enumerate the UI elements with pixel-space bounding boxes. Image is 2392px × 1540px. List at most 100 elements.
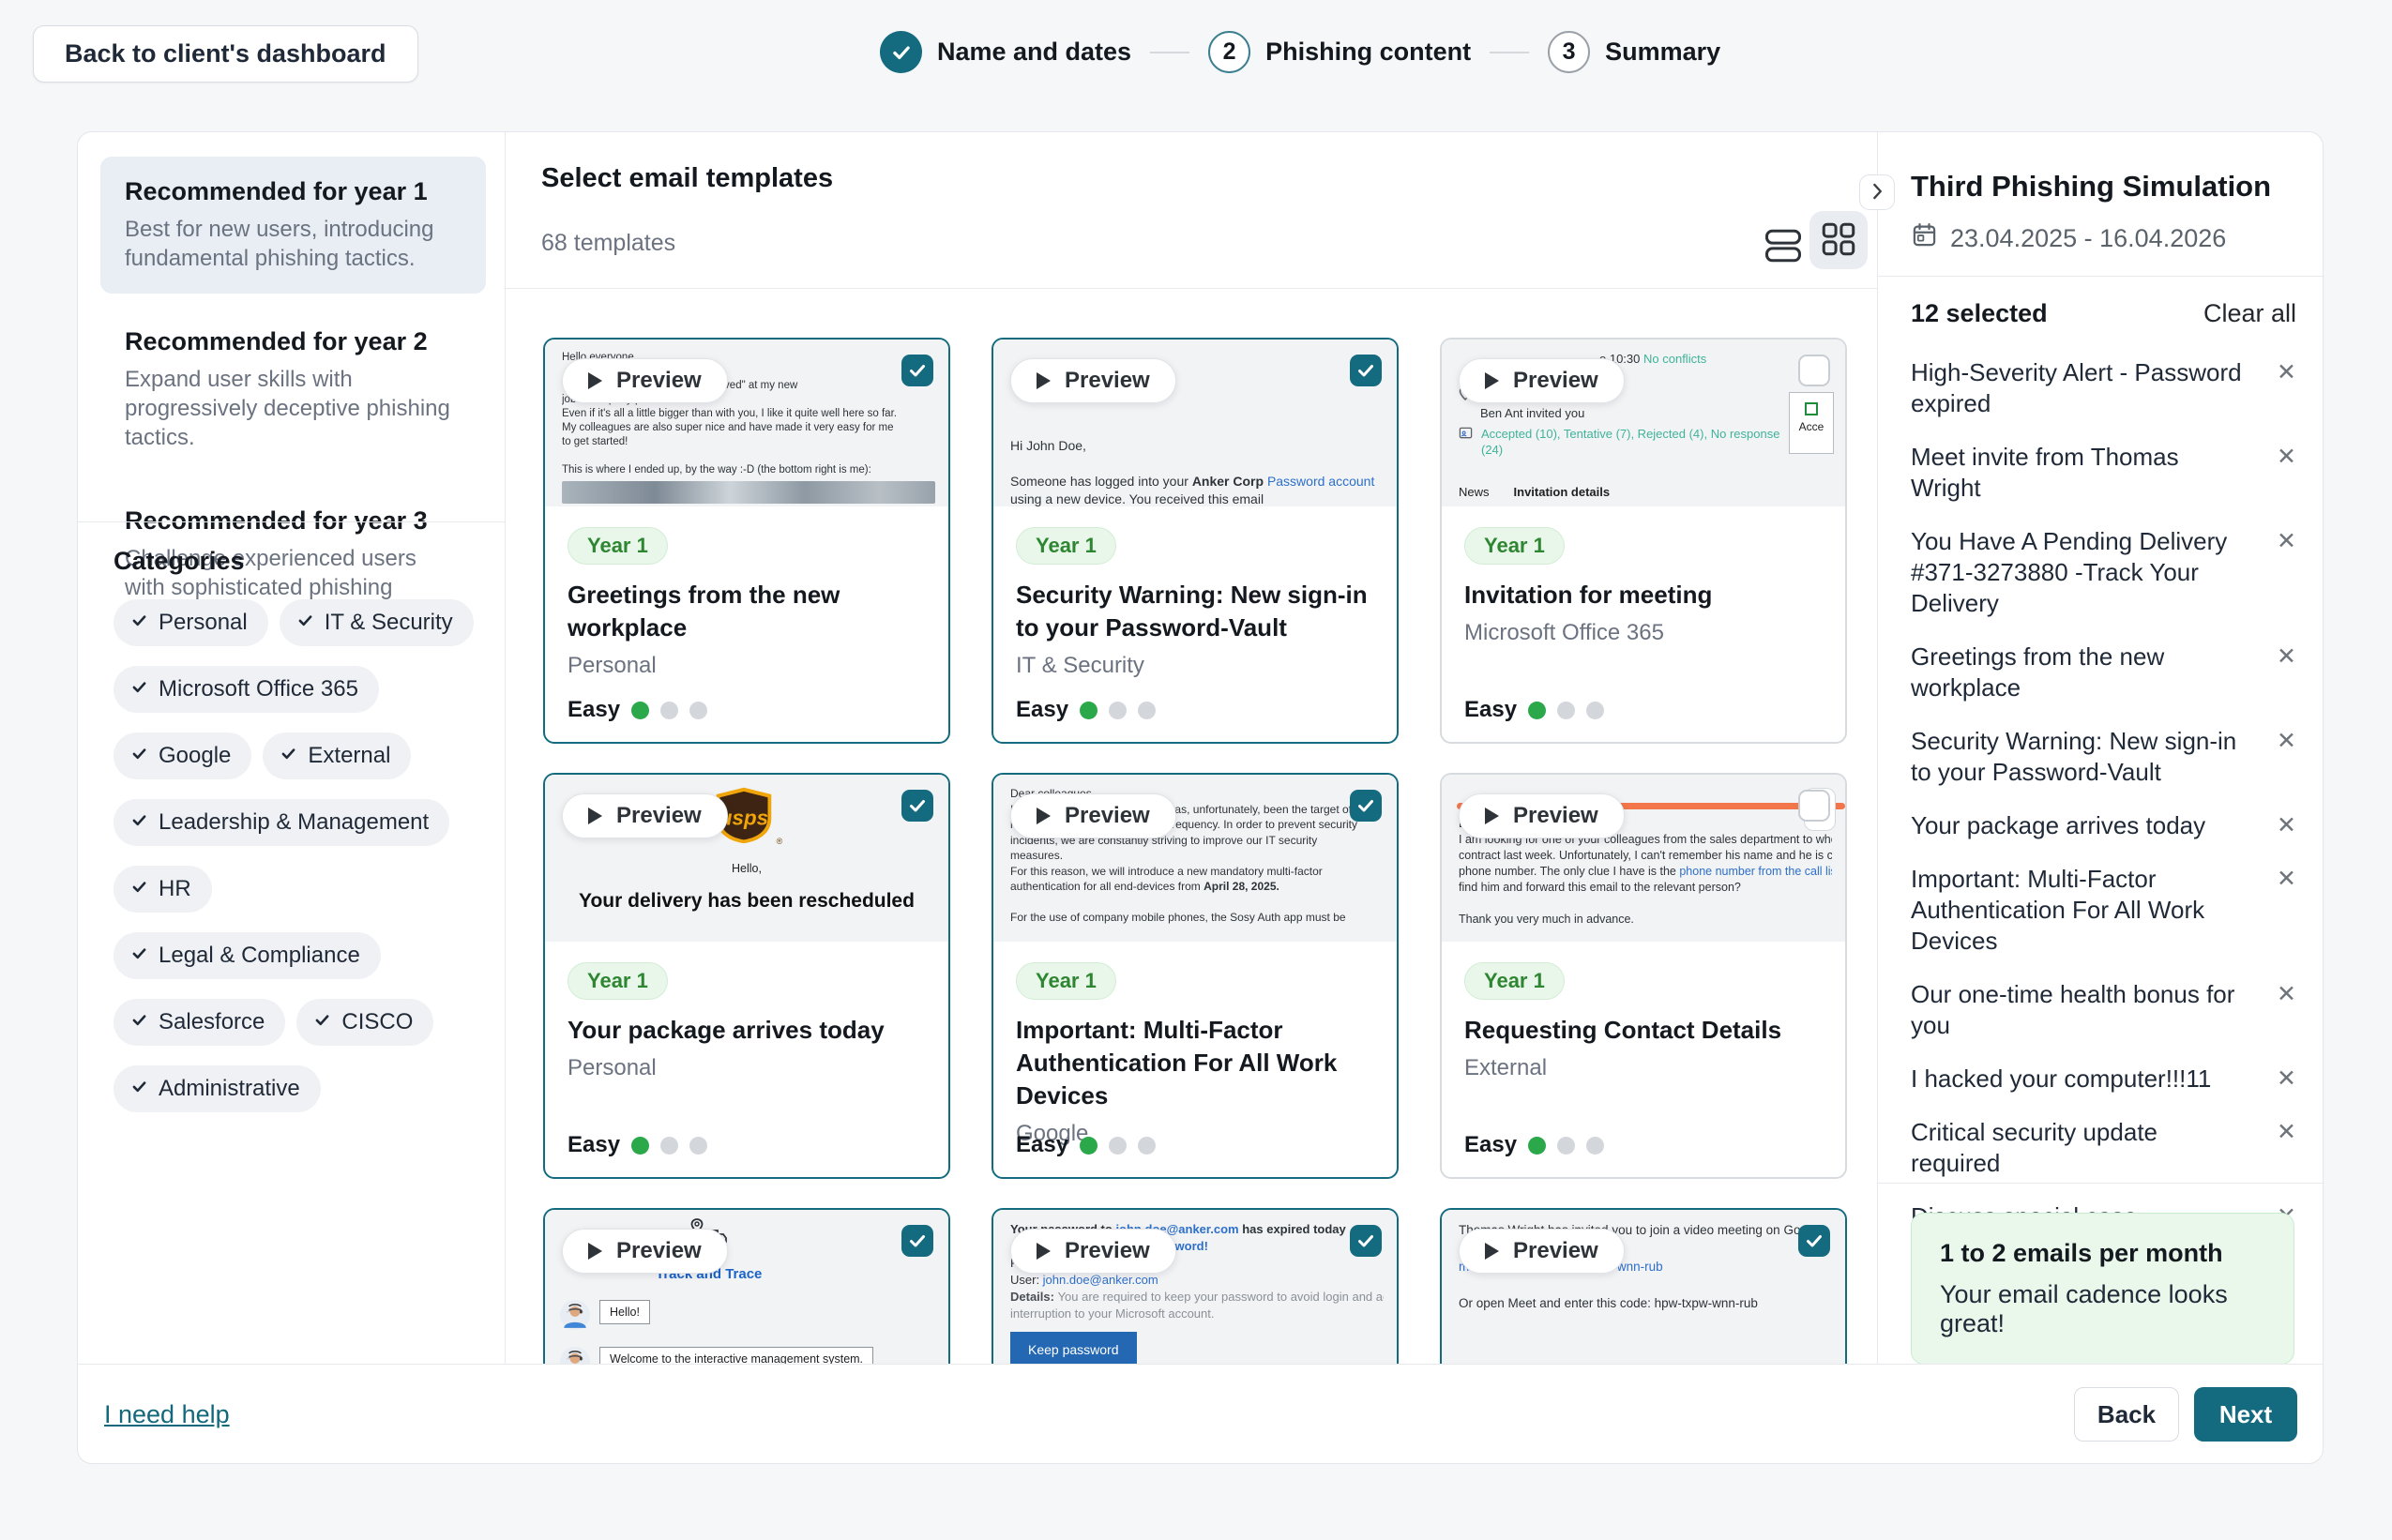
remove-item-button[interactable]: ✕ xyxy=(2277,1117,2296,1148)
category-chip-label: Administrative xyxy=(159,1076,300,1102)
check-icon xyxy=(130,1009,148,1035)
panel-divider xyxy=(1878,276,2324,277)
category-chip-label: Leadership & Management xyxy=(159,809,429,836)
tab-news[interactable]: News xyxy=(1459,485,1490,499)
template-checkbox[interactable] xyxy=(1798,1225,1830,1257)
meeting-time-row: o 10:30 No conflicts xyxy=(1599,351,1832,367)
calendar-icon xyxy=(1911,221,1938,255)
category-chip-label: HR xyxy=(159,876,191,902)
category-chip-cisco[interactable]: CISCO xyxy=(296,999,433,1046)
registered-mark: ® xyxy=(777,837,783,846)
difficulty-dot xyxy=(660,702,678,719)
remove-item-button[interactable]: ✕ xyxy=(2277,864,2296,895)
remove-item-button[interactable]: ✕ xyxy=(2277,726,2296,757)
recommendation-recommended-for-year-1[interactable]: Recommended for year 1Best for new users… xyxy=(100,157,486,294)
list-view-button[interactable] xyxy=(1761,224,1806,269)
collapse-panel-button[interactable] xyxy=(1859,174,1895,210)
preview-button[interactable]: Preview xyxy=(1010,358,1176,403)
check-icon xyxy=(130,676,148,702)
grid-view-button[interactable] xyxy=(1809,211,1868,269)
remove-item-button[interactable]: ✕ xyxy=(2277,526,2296,557)
difficulty-dot xyxy=(1586,702,1604,719)
step-phishing-content[interactable]: 2Phishing content xyxy=(1208,31,1471,73)
main-card: Recommended for year 1Best for new users… xyxy=(77,131,2324,1464)
template-checkbox[interactable] xyxy=(1350,1225,1382,1257)
template-checkbox[interactable] xyxy=(1350,355,1382,386)
difficulty-label: Easy xyxy=(1464,1132,1517,1158)
selected-count: 12 selected xyxy=(1911,299,2048,328)
preview-button[interactable]: Preview xyxy=(562,358,728,403)
usps-headline: Your delivery has been rescheduled xyxy=(545,890,948,913)
difficulty-dot xyxy=(1557,1137,1575,1155)
template-checkbox[interactable] xyxy=(1798,790,1830,822)
template-checkbox[interactable] xyxy=(901,790,933,822)
step-summary[interactable]: 3Summary xyxy=(1548,31,1720,73)
category-chip-administrative[interactable]: Administrative xyxy=(114,1065,321,1112)
template-card-greetings-from-the-new-workplace[interactable]: Hello everyone, Wanted to get in touch o… xyxy=(543,338,950,744)
category-chip-microsoft-office-365[interactable]: Microsoft Office 365 xyxy=(114,666,379,713)
template-card-your-package-arrives-today[interactable]: usps® Hello, Your delivery has been resc… xyxy=(543,773,950,1179)
category-chip-it-security[interactable]: IT & Security xyxy=(280,599,474,646)
step-name-and-dates[interactable]: Name and dates xyxy=(880,31,1131,73)
check-icon xyxy=(130,876,148,902)
tab-invitation-details[interactable]: Invitation details xyxy=(1514,485,1611,499)
template-card-requesting-contact-details[interactable]: Dear Sir or Madam,I am looking for one o… xyxy=(1440,773,1847,1179)
category-chip-google[interactable]: Google xyxy=(114,732,251,779)
preview-button[interactable]: Preview xyxy=(1459,1229,1625,1274)
category-chip-personal[interactable]: Personal xyxy=(114,599,268,646)
template-checkbox[interactable] xyxy=(901,1225,933,1257)
preview-button[interactable]: Preview xyxy=(562,1229,728,1274)
selected-item: Meet invite from Thomas Wright✕ xyxy=(1911,442,2300,504)
difficulty-row: Easy xyxy=(568,1132,707,1158)
preview-button[interactable]: Preview xyxy=(562,793,728,838)
section-title: Select email templates xyxy=(541,163,833,194)
selected-item-label: Security Warning: New sign-in to your Pa… xyxy=(1911,727,2236,786)
next-button[interactable]: Next xyxy=(2194,1387,2297,1442)
play-icon xyxy=(1485,372,1499,389)
remove-item-button[interactable]: ✕ xyxy=(2277,357,2296,388)
keep-password-button[interactable]: Keep password xyxy=(1010,1332,1137,1364)
agent-avatar xyxy=(560,1300,590,1335)
difficulty-row: Easy xyxy=(1016,697,1156,723)
preview-button-label: Preview xyxy=(1065,368,1150,394)
remove-item-button[interactable]: ✕ xyxy=(2277,442,2296,473)
template-card-invitation-for-meeting[interactable]: o 10:30 No conflictsTeams MeetingBen Ant… xyxy=(1440,338,1847,744)
remove-item-button[interactable]: ✕ xyxy=(2277,810,2296,841)
preview-button[interactable]: Preview xyxy=(1459,358,1625,403)
category-chip-label: Google xyxy=(159,743,231,769)
selected-item-label: I hacked your computer!!!11 xyxy=(1911,1064,2211,1093)
back-to-dashboard-button[interactable]: Back to client's dashboard xyxy=(33,25,418,83)
difficulty-dot xyxy=(1138,702,1156,719)
template-checkbox[interactable] xyxy=(1350,790,1382,822)
category-chip-leadership-management[interactable]: Leadership & Management xyxy=(114,799,449,846)
template-card-meet-invite-from-thomas-wright[interactable]: Thomas Wright has invited you to join a … xyxy=(1440,1208,1847,1364)
category-chip-legal-compliance[interactable]: Legal & Compliance xyxy=(114,932,381,979)
preview-button[interactable]: Preview xyxy=(1010,793,1176,838)
category-chip-external[interactable]: External xyxy=(263,732,411,779)
selected-item: Important: Multi-Factor Authentication F… xyxy=(1911,864,2300,957)
preview-button[interactable]: Preview xyxy=(1459,793,1625,838)
remove-item-button[interactable]: ✕ xyxy=(2277,1064,2296,1095)
accept-button[interactable]: Acce xyxy=(1789,392,1834,454)
remove-item-button[interactable]: ✕ xyxy=(2277,979,2296,1010)
template-info: Year 1Your package arrives todayPersonal… xyxy=(545,942,948,1177)
preview-button[interactable]: Preview xyxy=(1010,1229,1176,1274)
help-link[interactable]: I need help xyxy=(104,1400,230,1429)
template-checkbox[interactable] xyxy=(1798,355,1830,386)
template-category: Microsoft Office 365 xyxy=(1464,620,1823,646)
recommendation-recommended-for-year-2[interactable]: Recommended for year 2Expand user skills… xyxy=(100,307,486,473)
template-card-interactive-management-system[interactable]: Track and TraceHello!Welcome to the inte… xyxy=(543,1208,950,1364)
remove-item-button[interactable]: ✕ xyxy=(2277,642,2296,672)
template-card-security-warning-new-sign-in-to-your-password-vault[interactable]: Hi John Doe, Someone has logged into you… xyxy=(992,338,1399,744)
template-checkbox[interactable] xyxy=(901,355,933,386)
template-card-important-multi-factor-authentication-for-all-work-devices[interactable]: Dear colleagues,In recent months, our co… xyxy=(992,773,1399,1179)
sidebar: Recommended for year 1Best for new users… xyxy=(78,132,506,1364)
template-card-your-password-has-expired[interactable]: Your password to john.doe@anker.com has … xyxy=(992,1208,1399,1364)
back-button[interactable]: Back xyxy=(2074,1387,2179,1442)
category-chip-salesforce[interactable]: Salesforce xyxy=(114,999,285,1046)
clear-all-link[interactable]: Clear all xyxy=(2203,299,2296,328)
email-preview: Dear Sir or Madam,I am looking for one o… xyxy=(1442,775,1845,942)
difficulty-label: Easy xyxy=(568,697,620,723)
category-chip-hr[interactable]: HR xyxy=(114,866,212,913)
email-preview-text: Hi John Doe, Someone has logged into you… xyxy=(1010,437,1384,506)
